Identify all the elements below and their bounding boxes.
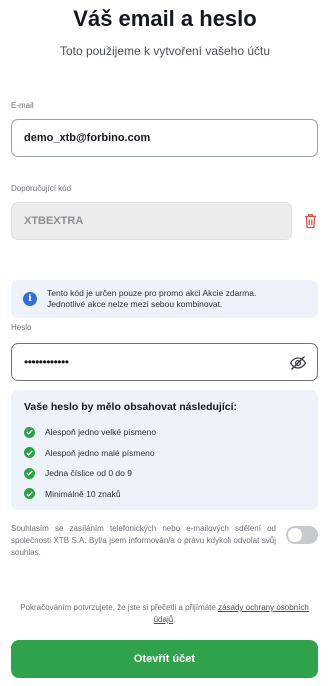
- promo-info-line-1: Tento kód je určen pouze pro promo akci …: [47, 287, 257, 298]
- terms-prefix: Pokračováním potvrzujete, že jste si pře…: [20, 603, 219, 612]
- check-icon: [24, 447, 35, 459]
- marketing-consent-toggle[interactable]: [286, 526, 318, 544]
- privacy-terms-text: Pokračováním potvrzujete, že jste si pře…: [11, 602, 318, 626]
- requirement-text: Jedna číslice od 0 do 9: [45, 468, 132, 479]
- requirement-item: Alespoň jedno malé písmeno: [24, 443, 305, 464]
- referral-code-field: XTBEXTRA: [11, 202, 292, 240]
- requirements-title: Vaše heslo by mělo obsahovat následující…: [24, 401, 237, 413]
- check-icon: [24, 488, 35, 500]
- terms-suffix: .: [173, 615, 176, 624]
- open-account-button[interactable]: Otevřít účet: [11, 640, 318, 678]
- email-label: E-mail: [11, 101, 34, 110]
- requirement-item: Jedna číslice od 0 do 9: [24, 463, 305, 484]
- requirement-text: Alespoň jedno malé písmeno: [45, 447, 155, 458]
- email-field[interactable]: demo_xtb@forbino.com: [11, 119, 318, 157]
- email-value: demo_xtb@forbino.com: [24, 132, 151, 144]
- check-icon: [24, 426, 35, 438]
- check-icon: [24, 467, 35, 479]
- marketing-consent-text: Souhlasím se zasíláním telefonických neb…: [11, 524, 276, 557]
- password-field[interactable]: ••••••••••••: [11, 343, 318, 381]
- promo-info-line-2: Jednotlivé akce nelze mezi sebou kombino…: [47, 299, 223, 309]
- password-label: Heslo: [11, 323, 32, 332]
- requirement-item: Minimálně 10 znaků: [24, 484, 305, 505]
- requirement-text: Minimálně 10 znaků: [45, 488, 121, 499]
- referral-code-label: Doporučující kód: [11, 184, 72, 193]
- info-icon: i: [23, 292, 37, 306]
- toggle-knob: [288, 528, 302, 542]
- referral-code-value: XTBEXTRA: [24, 215, 84, 227]
- page-title: Váš email a heslo: [73, 6, 257, 31]
- requirement-text: Alespoň jedno velké písmeno: [45, 427, 157, 438]
- trash-icon[interactable]: [302, 212, 318, 230]
- password-value: ••••••••••••: [24, 355, 69, 369]
- promo-info-box: i Tento kód je určen pouze pro promo akc…: [11, 280, 318, 318]
- promo-info-text: Tento kód je určen pouze pro promo akci …: [47, 288, 256, 311]
- requirement-item: Alespoň jedno velké písmeno: [24, 422, 305, 443]
- password-requirements: Vaše heslo by mělo obsahovat následující…: [11, 390, 318, 510]
- eye-off-icon[interactable]: [289, 355, 307, 371]
- page-subtitle: Toto použijeme k vytvoření vašeho účtu: [59, 44, 271, 58]
